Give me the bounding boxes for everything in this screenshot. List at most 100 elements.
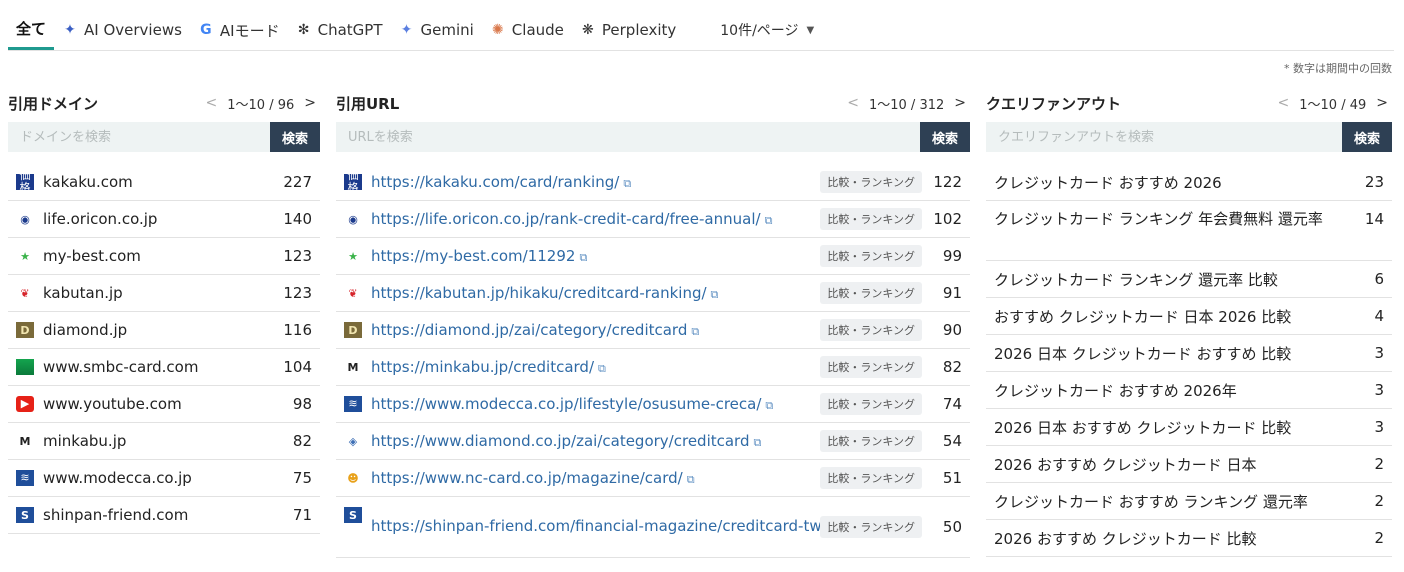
kabutan-favicon-icon: ❦ (348, 286, 358, 300)
table-row: ≋ https://www.modecca.co.jp/lifestyle/osu… (336, 386, 970, 423)
count-note: * 数字は期間中の回数 (1284, 62, 1392, 75)
list-item[interactable]: クレジットカード おすすめ 2026 23 (986, 164, 1392, 201)
shinpan-favicon-icon: S (344, 507, 362, 523)
gemini-icon: ✦ (400, 22, 413, 38)
url-link[interactable]: https://www.nc-card.co.jp/magazine/card/ (371, 469, 683, 487)
query-panel-title: クエリファンアウト (986, 94, 1122, 113)
category-badge: 比較・ランキング (820, 467, 922, 489)
list-item[interactable]: Ddiamond.jp 116 (8, 312, 320, 349)
table-row: ◈ https://www.diamond.co.jp/zai/category/… (336, 423, 970, 460)
url-link[interactable]: https://my-best.com/11292 (371, 247, 575, 265)
url-search-input[interactable] (336, 122, 920, 152)
list-item[interactable]: ★ my-best.com 123 (8, 238, 320, 275)
external-link-icon[interactable]: ⧉ (598, 362, 606, 375)
domain-panel: 引用ドメイン < 1～10 / 96 > 検索 価格kakaku.com227 … (8, 90, 320, 534)
list-item[interactable]: ◉ life.oricon.co.jp 140 (8, 201, 320, 238)
list-item[interactable]: クレジットカード おすすめ 2026年 3 (986, 372, 1392, 409)
list-item[interactable]: クレジットカード おすすめ ランキング 還元率 2 (986, 483, 1392, 520)
external-link-icon[interactable]: ⧉ (691, 325, 699, 338)
tab-all[interactable]: 全て (8, 10, 55, 50)
modecca-favicon-icon: ≋ (344, 396, 362, 412)
query-pager: < 1～10 / 49 > (1277, 95, 1388, 113)
external-link-icon[interactable]: ⧉ (753, 436, 761, 449)
list-item[interactable]: 2026 おすすめ クレジットカード 比較 2 (986, 520, 1392, 557)
tab-perplexity[interactable]: ❋ Perplexity (572, 10, 684, 50)
prev-page-icon[interactable]: < (1278, 95, 1290, 111)
query-panel: クエリファンアウト < 1～10 / 49 > 検索 クレジットカード おすすめ… (986, 90, 1392, 557)
table-row: ★ https://my-best.com/11292 ⧉ 比較・ランキング 99 (336, 238, 970, 275)
next-page-icon[interactable]: > (1376, 95, 1388, 111)
external-link-icon[interactable]: ⧉ (623, 177, 631, 190)
url-search-button[interactable]: 検索 (920, 122, 970, 152)
query-search-button[interactable]: 検索 (1342, 122, 1392, 152)
next-page-icon[interactable]: > (304, 95, 316, 111)
query-search-input[interactable] (986, 122, 1342, 152)
diamond-favicon-icon: D (344, 322, 362, 338)
url-panel: 引用URL < 1～10 / 312 > 検索 価格 https://kakaku… (336, 90, 970, 558)
table-row: Mhttps://minkabu.jp/creditcard/ ⧉ 比較・ランキング… (336, 349, 970, 386)
caret-down-icon: ▼ (806, 24, 815, 36)
url-link[interactable]: https://shinpan-friend.com/financial-mag… (371, 517, 836, 535)
claude-icon: ✺ (491, 22, 504, 38)
list-item[interactable]: クレジットカード ランキング 還元率 比較 6 (986, 261, 1392, 298)
tab-chatgpt[interactable]: ✻ ChatGPT (288, 10, 391, 50)
url-link[interactable]: https://minkabu.jp/creditcard/ (371, 358, 594, 376)
table-row: Dhttps://diamond.jp/zai/category/creditc… (336, 312, 970, 349)
list-item[interactable]: ❦ kabutan.jp 123 (8, 275, 320, 312)
category-badge: 比較・ランキング (820, 282, 922, 304)
list-item[interactable]: ▶ www.youtube.com 98 (8, 386, 320, 423)
list-item[interactable]: クレジットカード ランキング 年会費無料 還元率 14 (986, 201, 1392, 261)
category-badge: 比較・ランキング (820, 393, 922, 415)
diamond-favicon-icon: D (16, 322, 34, 338)
category-badge: 比較・ランキング (820, 319, 922, 341)
external-link-icon[interactable]: ⧉ (765, 214, 773, 227)
list-item[interactable]: ≋ www.modecca.co.jp 75 (8, 460, 320, 497)
tab-claude[interactable]: ✺ Claude (482, 10, 572, 50)
youtube-favicon-icon: ▶ (16, 396, 34, 412)
kakaku-favicon-icon: 価格 (344, 170, 362, 194)
diamond-gem-favicon-icon: ◈ (348, 434, 358, 448)
tab-ai-overviews[interactable]: ✦ AI Overviews (54, 10, 190, 50)
url-link[interactable]: https://www.diamond.co.jp/zai/category/c… (371, 432, 749, 450)
shinpan-favicon-icon: S (16, 507, 34, 523)
url-link[interactable]: https://kakaku.com/card/ranking/ (371, 173, 619, 191)
tab-ai-mode[interactable]: G AIモード (190, 10, 288, 50)
table-row: ◉ https://life.oricon.co.jp/rank-credit-c… (336, 201, 970, 238)
url-link[interactable]: https://diamond.jp/zai/category/creditca… (371, 321, 687, 339)
kakaku-favicon-icon: 価格 (16, 170, 34, 194)
perplexity-icon: ❋ (582, 22, 594, 38)
domain-search-button[interactable]: 検索 (270, 122, 320, 152)
oricon-favicon-icon: ◉ (348, 212, 358, 226)
smbc-favicon-icon (16, 359, 34, 375)
tab-gemini[interactable]: ✦ Gemini (390, 10, 481, 50)
list-item[interactable]: 2026 日本 おすすめ クレジットカード 比較 3 (986, 409, 1392, 446)
external-link-icon[interactable]: ⧉ (687, 473, 695, 486)
domain-pager: < 1～10 / 96 > (205, 95, 316, 113)
category-badge: 比較・ランキング (820, 245, 922, 267)
url-link[interactable]: https://www.modecca.co.jp/lifestyle/osus… (371, 395, 761, 413)
prev-page-icon[interactable]: < (206, 95, 218, 111)
list-item[interactable]: Mminkabu.jp 82 (8, 423, 320, 460)
url-link[interactable]: https://life.oricon.co.jp/rank-credit-ca… (371, 210, 761, 228)
source-tabs: 全て ✦ AI Overviews G AIモード ✻ ChatGPT ✦ Gemini… (8, 10, 1394, 51)
list-item[interactable]: www.smbc-card.com 104 (8, 349, 320, 386)
url-link[interactable]: https://kabutan.jp/hikaku/creditcard-ran… (371, 284, 707, 302)
list-item[interactable]: 2026 おすすめ クレジットカード 日本 2 (986, 446, 1392, 483)
list-item[interactable]: Sshinpan-friend.com 71 (8, 497, 320, 534)
star-favicon-icon: ★ (348, 249, 358, 263)
external-link-icon[interactable]: ⧉ (765, 399, 773, 412)
domain-search-input[interactable] (8, 122, 270, 152)
external-link-icon[interactable]: ⧉ (579, 251, 587, 264)
list-item[interactable]: 2026 日本 クレジットカード おすすめ 比較 3 (986, 335, 1392, 372)
list-item[interactable]: おすすめ クレジットカード 日本 2026 比較 4 (986, 298, 1392, 335)
oricon-favicon-icon: ◉ (20, 212, 30, 226)
prev-page-icon[interactable]: < (847, 95, 859, 111)
next-page-icon[interactable]: > (954, 95, 966, 111)
external-link-icon[interactable]: ⧉ (711, 288, 719, 301)
table-row: 価格 https://kakaku.com/card/ranking/ ⧉ 比較・ラン… (336, 164, 970, 201)
minkabu-favicon-icon: M (347, 360, 359, 374)
chatgpt-icon: ✻ (297, 22, 310, 38)
per-page-select[interactable]: 10件/ページ ▼ (720, 20, 814, 40)
list-item[interactable]: 価格 kakaku.com 227 (8, 164, 320, 201)
star-favicon-icon: ★ (20, 249, 30, 263)
